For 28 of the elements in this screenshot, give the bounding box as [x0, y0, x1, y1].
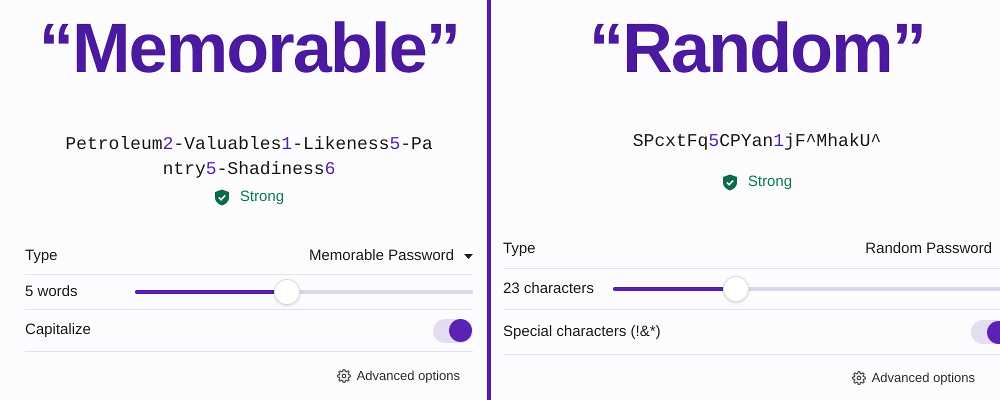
- advanced-options-button[interactable]: Advanced options: [852, 368, 975, 388]
- type-label: Type: [25, 246, 58, 266]
- type-dropdown[interactable]: Random Password: [865, 238, 1000, 261]
- panel-heading: “Memorable”: [38, 12, 460, 82]
- advanced-options-button[interactable]: Advanced options: [336, 366, 460, 386]
- settings-icon: [336, 369, 351, 383]
- toggle-label: Special characters (!&*): [503, 322, 661, 342]
- settings-icon: [852, 370, 866, 384]
- shield-check-icon: [214, 188, 230, 206]
- generated-password: ntry5-Shadiness6: [162, 159, 336, 182]
- caret-icon: [464, 254, 473, 259]
- strength-label: Strong: [748, 172, 792, 192]
- length-slider[interactable]: [613, 275, 1000, 303]
- toggle-label: Capitalize: [25, 320, 91, 340]
- strength-label: Strong: [240, 186, 284, 207]
- panel-heading: “Random”: [589, 12, 925, 82]
- type-label: Type: [503, 239, 536, 260]
- toggle-switch[interactable]: [433, 318, 473, 342]
- generated-password: SPcxtFq5CPYan1jF^MhakU^: [632, 131, 882, 154]
- length-label: 5 words: [25, 282, 79, 302]
- length-label: 23 characters: [503, 278, 595, 299]
- shield-check-icon: [722, 174, 738, 190]
- length-slider[interactable]: [135, 278, 473, 306]
- generated-password: Petroleum2-Valuables1-Likeness5-Pa: [65, 134, 433, 157]
- slider-thumb[interactable]: [274, 279, 300, 305]
- toggle-switch[interactable]: [971, 320, 1000, 344]
- type-dropdown[interactable]: Memorable Password: [308, 245, 473, 268]
- slider-thumb[interactable]: [723, 276, 750, 302]
